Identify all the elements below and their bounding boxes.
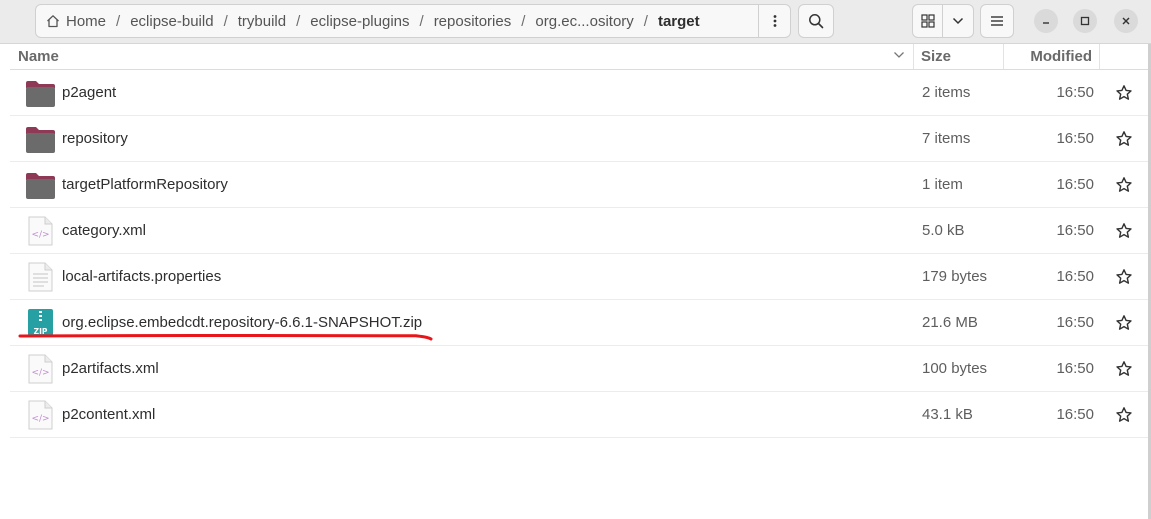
main-menu-button[interactable] [980,4,1014,38]
file-row[interactable]: </> category.xml 5.0 kB 16:50 [10,208,1148,254]
file-size: 43.1 kB [922,406,973,423]
column-header-name[interactable]: Name [10,44,914,69]
file-size: 7 items [922,130,971,147]
chevron-down-icon [952,17,964,25]
close-icon [1122,17,1130,25]
file-row[interactable]: repository 7 items 16:50 [10,116,1148,162]
column-name-label: Name [18,48,59,65]
maximize-icon [1080,16,1090,26]
grid-icon [920,14,935,28]
breadcrumb-target[interactable]: target [649,5,709,37]
file-size: 21.6 MB [922,314,978,331]
search-button[interactable] [798,4,834,38]
path-menu-button[interactable] [758,5,790,37]
minimize-icon [1043,22,1049,24]
star-icon[interactable] [1115,222,1133,240]
sort-descending-icon [894,52,904,58]
star-icon[interactable] [1115,268,1133,286]
breadcrumb-repositories[interactable]: repositories [425,5,521,37]
folder-icon [25,170,56,200]
breadcrumb-home-label: Home [66,12,107,30]
column-header-modified[interactable]: Modified [1004,44,1100,69]
file-size: 2 items [922,84,971,101]
file-name: category.xml [62,222,146,239]
column-size-label: Size [921,48,952,65]
file-row[interactable]: targetPlatformRepository 1 item 16:50 [10,162,1148,208]
text-file-icon [25,262,56,292]
file-modified: 16:50 [1056,130,1094,147]
file-size: 1 item [922,176,963,193]
file-size: 5.0 kB [922,222,965,239]
file-row[interactable]: </> p2content.xml 43.1 kB 16:50 [10,392,1148,438]
close-button[interactable] [1114,9,1138,33]
file-modified: 16:50 [1056,268,1094,285]
breadcrumb-org-repository[interactable]: org.ec...ository [526,5,642,37]
breadcrumb-eclipse-plugins[interactable]: eclipse-plugins [301,5,418,37]
xml-glyph: </> [31,230,49,240]
kebab-menu-icon [773,15,776,27]
breadcrumb-eclipse-build[interactable]: eclipse-build [121,5,222,37]
file-modified: 16:50 [1056,406,1094,423]
xml-glyph: </> [31,368,49,378]
maximize-button[interactable] [1073,9,1097,33]
star-icon[interactable] [1115,406,1133,424]
file-list: p2agent 2 items 16:50 repository 7 items 16:5… [10,70,1148,438]
folder-icon [25,124,56,154]
file-size: 100 bytes [922,360,988,377]
column-header-row: Name Size Modified [10,44,1148,70]
star-icon[interactable] [1115,84,1133,102]
view-toggle-group [912,4,974,38]
folder-icon [25,78,56,108]
file-size: 179 bytes [922,268,988,285]
file-modified: 16:50 [1056,222,1094,239]
minimize-button[interactable] [1034,9,1058,33]
file-modified: 16:50 [1056,360,1094,377]
file-name: local-artifacts.properties [62,268,222,285]
file-modified: 16:50 [1056,176,1094,193]
file-name: repository [62,130,128,147]
file-row[interactable]: </> p2artifacts.xml 100 bytes 16:50 [10,346,1148,392]
breadcrumb-trybuild[interactable]: trybuild [229,5,295,37]
annotation-underline [18,333,433,341]
header-bar: Home / eclipse-build / trybuild / eclips… [0,0,1151,44]
column-modified-label: Modified [1030,48,1092,65]
file-row[interactable]: local-artifacts.properties 179 bytes 16:50 [10,254,1148,300]
file-name: p2content.xml [62,406,156,423]
star-icon[interactable] [1115,130,1133,148]
view-options-button[interactable] [943,4,974,38]
file-modified: 16:50 [1056,314,1094,331]
column-header-size[interactable]: Size [914,44,1004,69]
path-bar: Home / eclipse-build / trybuild / eclips… [35,4,791,38]
file-name: targetPlatformRepository [62,176,228,193]
search-icon [809,14,824,29]
hamburger-menu-icon [991,16,1003,26]
xml-glyph: </> [31,414,49,424]
xml-file-icon: </> [25,400,56,430]
star-icon[interactable] [1115,314,1133,332]
star-icon[interactable] [1115,360,1133,378]
grid-view-button[interactable] [912,4,943,38]
xml-file-icon: </> [25,216,56,246]
breadcrumb-home[interactable]: Home [36,5,115,37]
xml-file-icon: </> [25,354,56,384]
file-modified: 16:50 [1056,84,1094,101]
file-name: p2agent [62,84,117,101]
file-name: p2artifacts.xml [62,360,159,377]
home-icon [47,15,59,28]
file-row[interactable]: p2agent 2 items 16:50 [10,70,1148,116]
star-icon[interactable] [1115,176,1133,194]
